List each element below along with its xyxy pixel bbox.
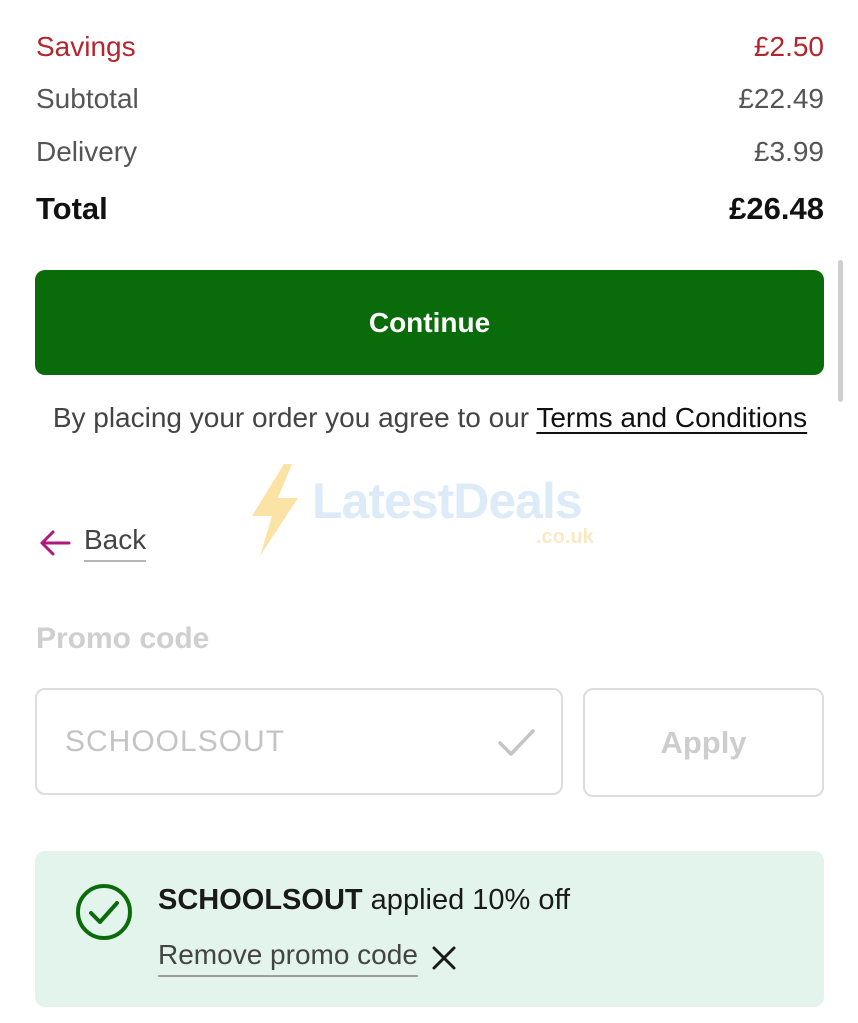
promo-applied-message: SCHOOLSOUT applied 10% off — [158, 884, 570, 917]
promo-code-value: SCHOOLSOUT — [65, 724, 286, 758]
back-arrow-icon — [38, 526, 72, 560]
total-label: Total — [36, 191, 108, 226]
remove-promo-code-link[interactable]: Remove promo code — [158, 935, 458, 981]
watermark-logo: LatestDeals .co.uk — [246, 460, 626, 560]
delivery-label: Delivery — [36, 136, 138, 167]
remove-promo-code-label: Remove promo code — [158, 939, 418, 977]
scrollbar[interactable] — [838, 260, 843, 402]
close-icon[interactable] — [430, 944, 458, 972]
lightning-bolt-icon — [252, 464, 298, 556]
terms-text: By placing your order you agree to our — [52, 402, 537, 433]
terms-notice: By placing your order you agree to our T… — [40, 395, 820, 441]
savings-row: Savings £2.50 — [36, 26, 824, 68]
subtotal-value: £22.49 — [738, 83, 824, 114]
back-link[interactable]: Back — [38, 520, 147, 566]
subtotal-label: Subtotal — [36, 83, 139, 114]
savings-label: Savings — [36, 31, 136, 62]
apply-button[interactable]: Apply — [583, 688, 824, 797]
back-label: Back — [84, 524, 147, 562]
applied-promo-code: SCHOOLSOUT — [158, 884, 363, 916]
check-icon — [495, 721, 537, 763]
applied-promo-text: applied 10% off — [362, 884, 571, 916]
promo-code-input[interactable]: SCHOOLSOUT — [35, 688, 563, 795]
delivery-value: £3.99 — [753, 136, 824, 167]
terms-link[interactable]: Terms and Conditions — [536, 402, 807, 433]
success-check-circle-icon — [75, 883, 133, 941]
subtotal-row: Subtotal £22.49 — [36, 78, 824, 120]
promo-applied-banner: SCHOOLSOUT applied 10% off Remove promo … — [35, 851, 824, 1007]
watermark-brand: LatestDeals — [312, 473, 583, 529]
delivery-row: Delivery £3.99 — [36, 131, 824, 173]
total-row: Total £26.48 — [36, 186, 824, 232]
total-value: £26.48 — [729, 191, 824, 226]
watermark-domain: .co.uk — [536, 526, 594, 548]
promo-code-heading: Promo code — [36, 622, 210, 655]
savings-value: £2.50 — [753, 31, 824, 62]
continue-button[interactable]: Continue — [35, 270, 824, 375]
